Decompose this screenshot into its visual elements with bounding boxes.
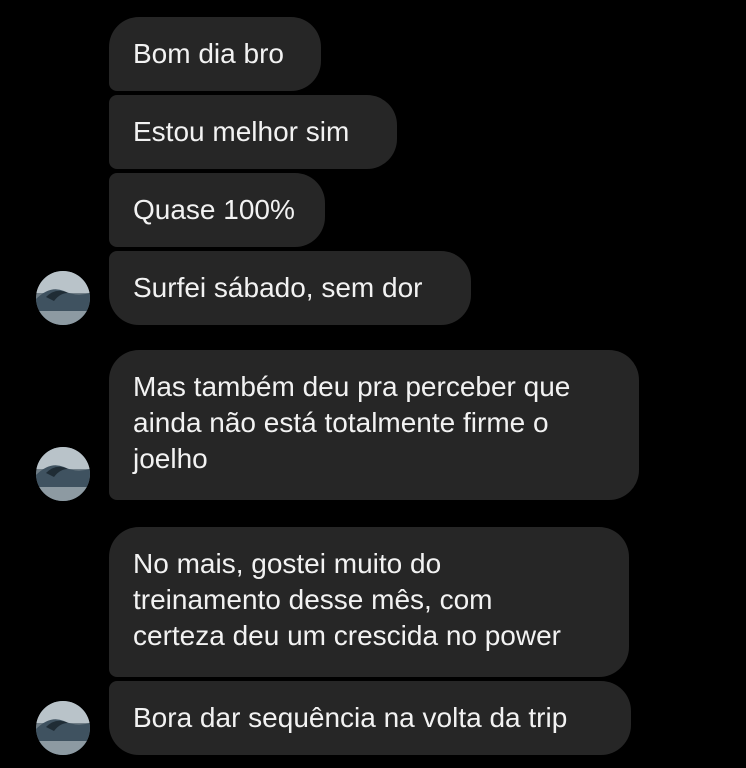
chat-thread: Bom dia bro Estou melhor sim Quase 100% … <box>0 0 746 768</box>
message-text: ainda não está totalmente firme o <box>133 407 549 438</box>
message-text: Bora dar sequência na volta da trip <box>133 702 568 733</box>
avatar[interactable] <box>36 447 90 501</box>
wave-photo-icon <box>36 271 90 325</box>
wave-photo-icon <box>36 447 90 501</box>
message-text: Mas também deu pra perceber que <box>133 371 571 402</box>
message-text: Bom dia bro <box>133 38 284 69</box>
wave-photo-icon <box>36 701 90 755</box>
avatar[interactable] <box>36 701 90 755</box>
message-text: certeza deu um crescida no power <box>133 620 561 651</box>
message-text: joelho <box>133 443 208 474</box>
message-text: Surfei sábado, sem dor <box>133 272 423 303</box>
message-text: Quase 100% <box>133 194 295 225</box>
message-text: Estou melhor sim <box>133 116 350 147</box>
message-bubble[interactable]: Quase 100% <box>109 173 325 247</box>
message-bubble[interactable]: Surfei sábado, sem dor <box>109 251 471 325</box>
message-bubble[interactable]: No mais, gostei muito do treinamento des… <box>109 527 629 677</box>
message-bubble[interactable]: Estou melhor sim <box>109 95 397 169</box>
message-bubble[interactable]: Mas também deu pra perceber que ainda nã… <box>109 350 639 500</box>
message-text: No mais, gostei muito do <box>133 548 442 579</box>
message-text: treinamento desse mês, com <box>133 584 493 615</box>
message-bubble[interactable]: Bora dar sequência na volta da trip <box>109 681 631 755</box>
message-bubble[interactable]: Bom dia bro <box>109 17 321 91</box>
avatar[interactable] <box>36 271 90 325</box>
